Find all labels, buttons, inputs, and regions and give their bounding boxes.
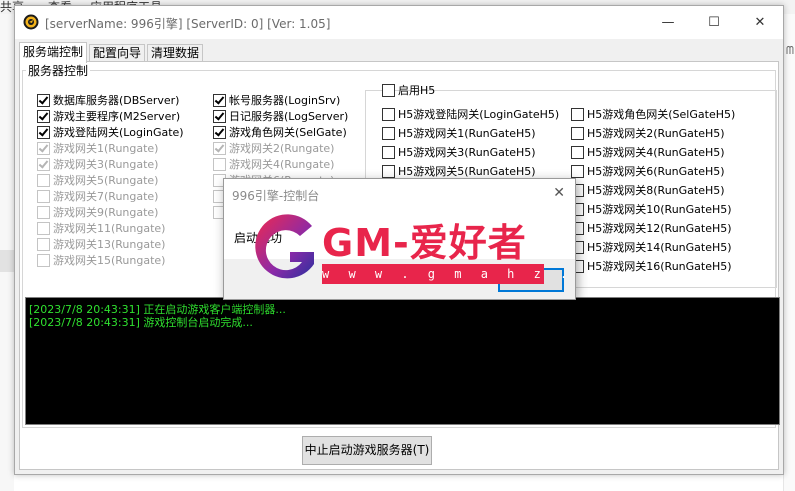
dialog-title: 996引擎-控制台 [232, 189, 320, 203]
app-logo-icon [23, 14, 39, 30]
minimize-button[interactable]: — [645, 6, 691, 39]
title-bar: [serverName: 996引擎] [ServerID: 0] [Ver: … [15, 6, 783, 39]
tab-server-control[interactable]: 服务端控制 [19, 42, 88, 63]
tab-clean-data[interactable]: 清理数据 [147, 44, 204, 62]
watermark-g-logo-icon [255, 214, 314, 279]
enable-h5-label: 启用H5 [398, 84, 436, 97]
tab-config-wizard[interactable]: 配置向导 [89, 44, 146, 62]
server-control-group-title: 服务器控制 [26, 62, 91, 79]
watermark: GM-爱好者 w w w . g m a h z . c o m [250, 212, 647, 292]
watermark-url: w w w . g m a h z . c o m [322, 264, 647, 284]
background-sidebar [0, 14, 14, 491]
dialog-close-icon[interactable]: ✕ [553, 185, 565, 201]
watermark-text: GM-爱好者 [322, 221, 527, 265]
background-right-edge: ᗰ [783, 14, 795, 491]
log-line: [2023/7/8 20:43:31] 游戏控制台启动完成... [29, 316, 253, 329]
dialog-title-bar: 996引擎-控制台 ✕ [224, 179, 575, 211]
window-title: [serverName: 996引擎] [ServerID: 0] [Ver: … [45, 17, 331, 31]
log-console[interactable]: [2023/7/8 20:43:31] 正在启动游戏客户端控制器... [202… [25, 297, 780, 425]
bg-right-glyph: ᗰ [786, 44, 794, 57]
enable-h5-box[interactable] [382, 84, 395, 97]
close-button[interactable]: ✕ [737, 6, 783, 39]
bg-sidebar-highlight [0, 250, 14, 272]
maximize-button[interactable]: ☐ [691, 6, 737, 39]
stop-server-button[interactable]: 中止启动游戏服务器(T) [302, 436, 432, 465]
enable-h5-checkbox[interactable]: 启用H5 [382, 84, 435, 98]
